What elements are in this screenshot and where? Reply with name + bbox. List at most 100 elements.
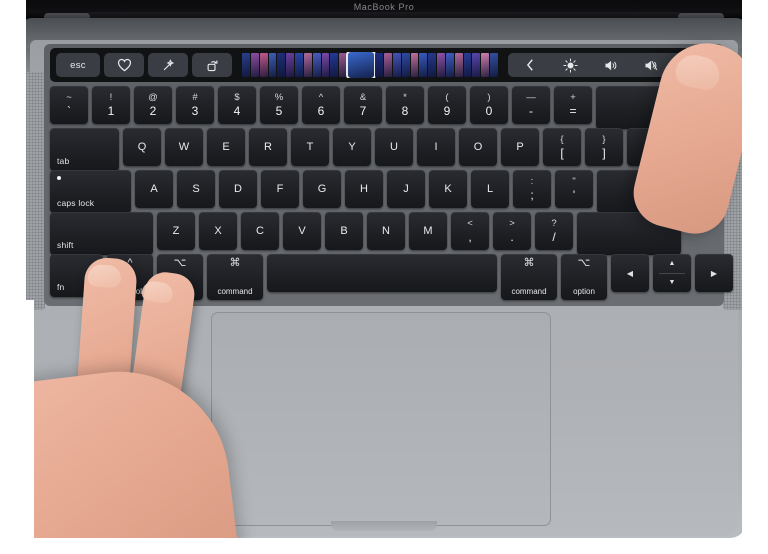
key-comma[interactable]: <, [451, 212, 489, 250]
key-9[interactable]: (9 [428, 86, 466, 124]
key-e[interactable]: E [207, 128, 245, 166]
key-n[interactable]: N [367, 212, 405, 250]
key-backtick[interactable]: ~ ` [50, 86, 88, 124]
key-bracket-left[interactable]: {[ [543, 128, 581, 166]
key-d[interactable]: D [219, 170, 257, 208]
filmstrip-thumbnail[interactable] [428, 53, 437, 77]
key-a[interactable]: A [135, 170, 173, 208]
arrow-down-icon[interactable]: ▼ [653, 273, 691, 292]
key-b[interactable]: B [325, 212, 363, 250]
key-semicolon[interactable]: :; [513, 170, 551, 208]
key-z[interactable]: Z [157, 212, 195, 250]
key-equals[interactable]: + = [554, 86, 592, 124]
key-arrow-left[interactable]: ◀ [611, 254, 649, 292]
filmstrip-thumbnail[interactable] [330, 53, 339, 77]
key-p[interactable]: P [501, 128, 539, 166]
key-tab[interactable]: tab [50, 128, 119, 171]
key-slash[interactable]: ? / [535, 212, 573, 250]
key-0[interactable]: ) 0 [470, 86, 508, 124]
filmstrip-thumbnail[interactable] [419, 53, 428, 77]
key-space[interactable] [267, 254, 497, 292]
key-period[interactable]: >. [493, 212, 531, 250]
keyboard-row-home[interactable]: caps lockASDFGHJKL:;"'return [50, 170, 685, 213]
filmstrip-thumbnail[interactable] [346, 52, 377, 78]
key-arrow-right[interactable]: ▶ [695, 254, 733, 292]
photo-filmstrip[interactable] [242, 52, 498, 78]
filmstrip-thumbnail[interactable] [410, 53, 419, 77]
filmstrip-thumbnail[interactable] [242, 53, 250, 77]
filmstrip-thumbnail[interactable] [250, 53, 259, 77]
filmstrip-thumbnail[interactable] [312, 53, 321, 77]
key-4[interactable]: $4 [218, 86, 256, 124]
key-x[interactable]: X [199, 212, 237, 250]
key-h[interactable]: H [345, 170, 383, 208]
filmstrip-thumbnail[interactable] [259, 53, 268, 77]
heart-icon[interactable] [104, 53, 144, 77]
key-bracket-right[interactable]: }] [585, 128, 623, 166]
key-m[interactable]: M [409, 212, 447, 250]
key-v[interactable]: V [283, 212, 321, 250]
esc-button[interactable]: esc [56, 53, 100, 77]
filmstrip-thumbnail[interactable] [339, 53, 348, 77]
key-w[interactable]: W [165, 128, 203, 166]
key-7[interactable]: & 7 [344, 86, 382, 124]
key-quote[interactable]: " ' [555, 170, 593, 208]
filmstrip-thumbnail[interactable] [490, 53, 498, 77]
key-minus[interactable]: — - [512, 86, 550, 124]
key-1[interactable]: ! 1 [92, 86, 130, 124]
key-s[interactable]: S [177, 170, 215, 208]
filmstrip-thumbnail[interactable] [472, 53, 481, 77]
filmstrip-thumbnail[interactable] [401, 53, 410, 77]
key-option-right[interactable]: ⌥ option [561, 254, 607, 300]
key-g[interactable]: G [303, 170, 341, 208]
key-f[interactable]: F [261, 170, 299, 208]
key-q[interactable]: Q [123, 128, 161, 166]
key-3[interactable]: #3 [176, 86, 214, 124]
key-command-left[interactable]: ⌘ command [207, 254, 263, 300]
keyboard-row-bottom[interactable]: shift Z X C V B N M <, >.? / [50, 212, 681, 255]
key-r[interactable]: R [249, 128, 287, 166]
filmstrip-thumbnail[interactable] [454, 53, 463, 77]
key-caps-lock[interactable]: caps lock [50, 170, 131, 213]
key-l[interactable]: L [471, 170, 509, 208]
key-t[interactable]: T [291, 128, 329, 166]
keyboard-row-number[interactable]: ~`!1@2#3$4%5^6&7*8(9)0—-+=delete [50, 86, 694, 129]
key-6[interactable]: ^ 6 [302, 86, 340, 124]
key-8[interactable]: * 8 [386, 86, 424, 124]
magic-wand-icon[interactable] [148, 53, 188, 77]
key-j[interactable]: J [387, 170, 425, 208]
touch-bar[interactable]: esc [50, 48, 718, 82]
filmstrip-thumbnail[interactable] [463, 53, 472, 77]
key-k[interactable]: K [429, 170, 467, 208]
filmstrip-thumbnail[interactable] [437, 53, 445, 77]
key-arrow-up-down[interactable]: ▲ ▼ [653, 254, 691, 292]
filmstrip-thumbnail[interactable] [481, 53, 490, 77]
brightness-icon[interactable] [550, 53, 590, 77]
trackpad[interactable] [211, 312, 551, 526]
key-command-right[interactable]: ⌘ command [501, 254, 557, 300]
filmstrip-thumbnail[interactable] [277, 53, 286, 77]
filmstrip-thumbnail[interactable] [303, 53, 312, 77]
key-i[interactable]: I [417, 128, 455, 166]
key-5[interactable]: % 5 [260, 86, 298, 124]
key-y[interactable]: Y [333, 128, 371, 166]
filmstrip-thumbnail[interactable] [321, 53, 330, 77]
key-2[interactable]: @2 [134, 86, 172, 124]
chevron-left-icon[interactable] [510, 53, 550, 77]
key-u[interactable]: U [375, 128, 413, 166]
arrow-up-icon[interactable]: ▲ [653, 254, 691, 273]
key-legend-upper: ) [487, 91, 491, 103]
rotate-icon[interactable] [192, 53, 232, 77]
key-c[interactable]: C [241, 212, 279, 250]
key-shift-left[interactable]: shift [50, 212, 153, 255]
filmstrip-thumbnail[interactable] [286, 53, 295, 77]
key-o[interactable]: O [459, 128, 497, 166]
filmstrip-thumbnail[interactable] [445, 53, 454, 77]
filmstrip-thumbnail[interactable] [383, 53, 392, 77]
filmstrip-thumbnail[interactable] [268, 53, 277, 77]
filmstrip-thumbnail[interactable] [392, 53, 401, 77]
volume-up-icon[interactable] [590, 53, 630, 77]
filmstrip-thumbnail[interactable] [295, 53, 303, 77]
keyboard-row-top[interactable]: tabQWERTYUIOP{[}]|\ [50, 128, 671, 171]
filmstrip-thumbnail[interactable] [375, 53, 383, 77]
